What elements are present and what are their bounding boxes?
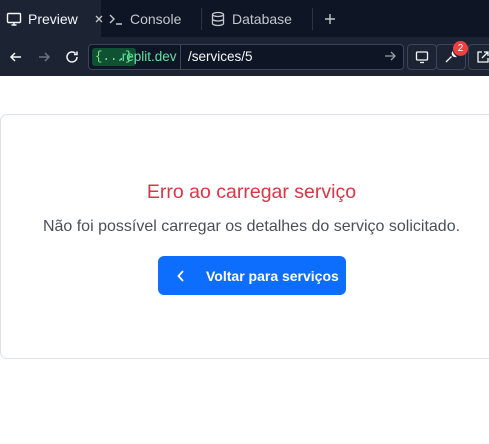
back-nav-button[interactable] (6, 47, 26, 67)
tab-database[interactable]: Database (202, 0, 312, 38)
notification-badge: 2 (453, 41, 468, 56)
tab-label: Preview (28, 11, 78, 27)
open-external-button[interactable] (468, 44, 489, 70)
external-link-icon (476, 50, 489, 64)
devices-button[interactable] (407, 44, 437, 70)
tab-preview[interactable]: Preview (0, 0, 103, 38)
plus-icon (324, 13, 336, 25)
tab-label: Console (130, 11, 182, 27)
url-domain: .replit.dev (118, 49, 177, 64)
reload-button[interactable] (62, 47, 82, 67)
new-tab-button[interactable] (318, 0, 342, 38)
url-path-input[interactable]: /services/5 (188, 45, 253, 69)
arrow-left-icon (9, 50, 23, 64)
screen-icon (415, 50, 429, 64)
tab-console[interactable]: Console (101, 0, 201, 38)
forward-nav-button[interactable] (34, 47, 54, 67)
database-icon (210, 11, 226, 27)
error-title: Erro ao carregar serviço (146, 181, 357, 203)
tab-divider (312, 8, 313, 30)
url-divider (180, 45, 181, 69)
reload-icon (64, 49, 80, 65)
error-message: Não foi possível carregar os detalhes do… (42, 218, 461, 235)
workspace-tab-bar: Preview Console Database (0, 0, 489, 38)
url-bar[interactable]: {...} .replit.dev /services/5 (88, 44, 404, 70)
back-button-label: Voltar para serviços (206, 267, 339, 284)
go-arrow-icon[interactable] (384, 50, 396, 62)
tab-label: Database (232, 11, 292, 27)
devtools-button[interactable]: 2 (436, 41, 468, 70)
chevron-left-icon (177, 269, 187, 282)
back-to-services-button[interactable]: Voltar para serviços (158, 256, 346, 295)
preview-address-bar: {...} .replit.dev /services/5 2 (0, 38, 489, 76)
monitor-icon (6, 11, 22, 27)
arrow-right-icon (37, 50, 51, 64)
terminal-icon (108, 11, 124, 27)
error-card (0, 114, 489, 359)
